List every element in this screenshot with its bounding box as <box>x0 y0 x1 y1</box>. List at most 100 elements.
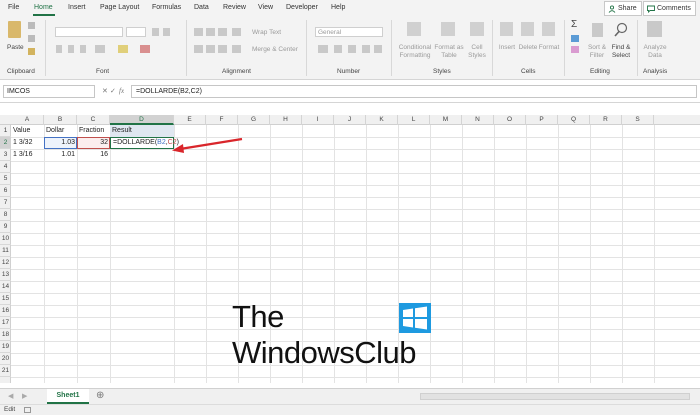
column-header-s[interactable]: S <box>622 115 654 125</box>
copy-icon[interactable] <box>28 35 35 42</box>
enter-icon[interactable]: ✓ <box>110 87 116 95</box>
row-header-11[interactable]: 11 <box>0 245 11 257</box>
analyze-data-line1[interactable]: Analyze <box>641 44 669 52</box>
orientation-icon[interactable] <box>232 28 241 36</box>
sort-filter-line2[interactable]: Filter <box>586 52 608 60</box>
conditional-formatting-line1[interactable]: Conditional <box>397 44 433 52</box>
cut-icon[interactable] <box>28 22 35 29</box>
name-box[interactable]: IMCOS <box>3 85 95 98</box>
wrap-text-button[interactable]: Wrap Text <box>252 29 281 37</box>
italic-icon[interactable] <box>68 45 74 53</box>
formula-input[interactable]: =DOLLARDE(B2,C2) <box>131 85 697 98</box>
column-header-p[interactable]: P <box>526 115 558 125</box>
number-format-box[interactable]: General <box>315 27 383 37</box>
format-as-table-line1[interactable]: Format as <box>434 44 464 52</box>
conditional-formatting-icon[interactable] <box>407 22 421 36</box>
row-header-5[interactable]: 5 <box>0 173 11 185</box>
column-header-f[interactable]: F <box>206 115 238 125</box>
format-as-table-line2[interactable]: Table <box>434 52 464 60</box>
paste-label[interactable]: Paste <box>7 44 24 52</box>
analyze-data-line2[interactable]: Data <box>641 52 669 60</box>
column-header-n[interactable]: N <box>462 115 494 125</box>
font-name-box[interactable] <box>55 27 123 37</box>
format-cells-icon[interactable] <box>542 22 555 36</box>
share-button[interactable]: Share <box>604 1 642 16</box>
underline-icon[interactable] <box>80 45 86 53</box>
cell-b3[interactable]: 1.01 <box>44 149 77 161</box>
cell-a2[interactable]: 1 3/32 <box>11 137 44 149</box>
middle-align-icon[interactable] <box>206 28 215 36</box>
tab-review[interactable]: Review <box>223 4 246 11</box>
cell-b2[interactable]: 1.03 <box>44 137 77 149</box>
tab-formulas[interactable]: Formulas <box>152 4 181 11</box>
fill-icon[interactable] <box>571 35 579 42</box>
row-header-15[interactable]: 15 <box>0 293 11 305</box>
magnifier-icon[interactable] <box>614 22 628 37</box>
align-left-icon[interactable] <box>194 45 203 53</box>
tab-help[interactable]: Help <box>331 4 345 11</box>
paste-icon[interactable] <box>8 21 21 38</box>
align-right-icon[interactable] <box>218 45 227 53</box>
row-header-12[interactable]: 12 <box>0 257 11 269</box>
row-header-20[interactable]: 20 <box>0 353 11 365</box>
bold-icon[interactable] <box>56 45 62 53</box>
row-header-10[interactable]: 10 <box>0 233 11 245</box>
accessibility-icon[interactable] <box>24 407 31 413</box>
tab-page-layout[interactable]: Page Layout <box>100 4 139 11</box>
row-header-21[interactable]: 21 <box>0 365 11 377</box>
row-header-13[interactable]: 13 <box>0 269 11 281</box>
tab-file[interactable]: File <box>8 4 19 11</box>
prev-sheet-icon[interactable]: ◀ <box>8 392 13 400</box>
insert-cells-icon[interactable] <box>500 22 513 36</box>
font-color-icon[interactable] <box>140 45 150 53</box>
column-header-d[interactable]: D <box>110 115 174 125</box>
sort-filter-line1[interactable]: Sort & <box>586 44 608 52</box>
delete-cells-button[interactable]: Delete <box>517 44 539 52</box>
cell-c2[interactable]: 32 <box>77 137 110 149</box>
tab-insert[interactable]: Insert <box>68 4 86 11</box>
comments-button[interactable]: Comments <box>643 1 696 16</box>
cell-a1[interactable]: Value <box>11 125 32 137</box>
row-header-14[interactable]: 14 <box>0 281 11 293</box>
row-header-6[interactable]: 6 <box>0 185 11 197</box>
column-header-i[interactable]: I <box>302 115 334 125</box>
decrease-decimal-icon[interactable] <box>374 45 382 53</box>
column-header-g[interactable]: G <box>238 115 270 125</box>
insert-cells-button[interactable]: Insert <box>497 44 517 52</box>
indent-icon[interactable] <box>232 45 241 53</box>
merge-center-button[interactable]: Merge & Center <box>252 46 298 54</box>
tab-view[interactable]: View <box>258 4 273 11</box>
insert-function-icon[interactable]: fx <box>119 87 124 95</box>
column-header-q[interactable]: Q <box>558 115 590 125</box>
cell-a3[interactable]: 1 3/16 <box>11 149 44 161</box>
comma-style-icon[interactable] <box>348 45 356 53</box>
font-size-box[interactable] <box>126 27 146 37</box>
cancel-icon[interactable]: ✕ <box>102 87 108 95</box>
tab-developer[interactable]: Developer <box>286 4 318 11</box>
find-select-line1[interactable]: Find & <box>609 44 633 52</box>
column-header-c[interactable]: C <box>77 115 110 125</box>
cell-d1[interactable]: Result <box>110 125 174 137</box>
row-header-3[interactable]: 3 <box>0 149 11 161</box>
cell-c3[interactable]: 16 <box>77 149 110 161</box>
row-header-1[interactable]: 1 <box>0 125 11 137</box>
tab-home[interactable]: Home <box>34 4 53 11</box>
column-header-h[interactable]: H <box>270 115 302 125</box>
format-as-table-icon[interactable] <box>441 22 455 36</box>
autosum-icon[interactable]: Σ <box>571 20 577 30</box>
row-header-9[interactable]: 9 <box>0 221 11 233</box>
tab-data[interactable]: Data <box>194 4 209 11</box>
clear-icon[interactable] <box>571 46 579 53</box>
conditional-formatting-line2[interactable]: Formatting <box>397 52 433 60</box>
add-sheet-icon[interactable]: ⊕ <box>96 390 104 401</box>
decrease-font-icon[interactable] <box>163 28 170 36</box>
row-header-17[interactable]: 17 <box>0 317 11 329</box>
row-header-16[interactable]: 16 <box>0 305 11 317</box>
align-center-icon[interactable] <box>206 45 215 53</box>
analyze-data-icon[interactable] <box>647 21 662 37</box>
row-header-7[interactable]: 7 <box>0 197 11 209</box>
cell-c1[interactable]: Fraction <box>77 125 106 137</box>
next-sheet-icon[interactable]: ▶ <box>22 392 27 400</box>
column-header-o[interactable]: O <box>494 115 526 125</box>
format-painter-icon[interactable] <box>28 48 35 55</box>
